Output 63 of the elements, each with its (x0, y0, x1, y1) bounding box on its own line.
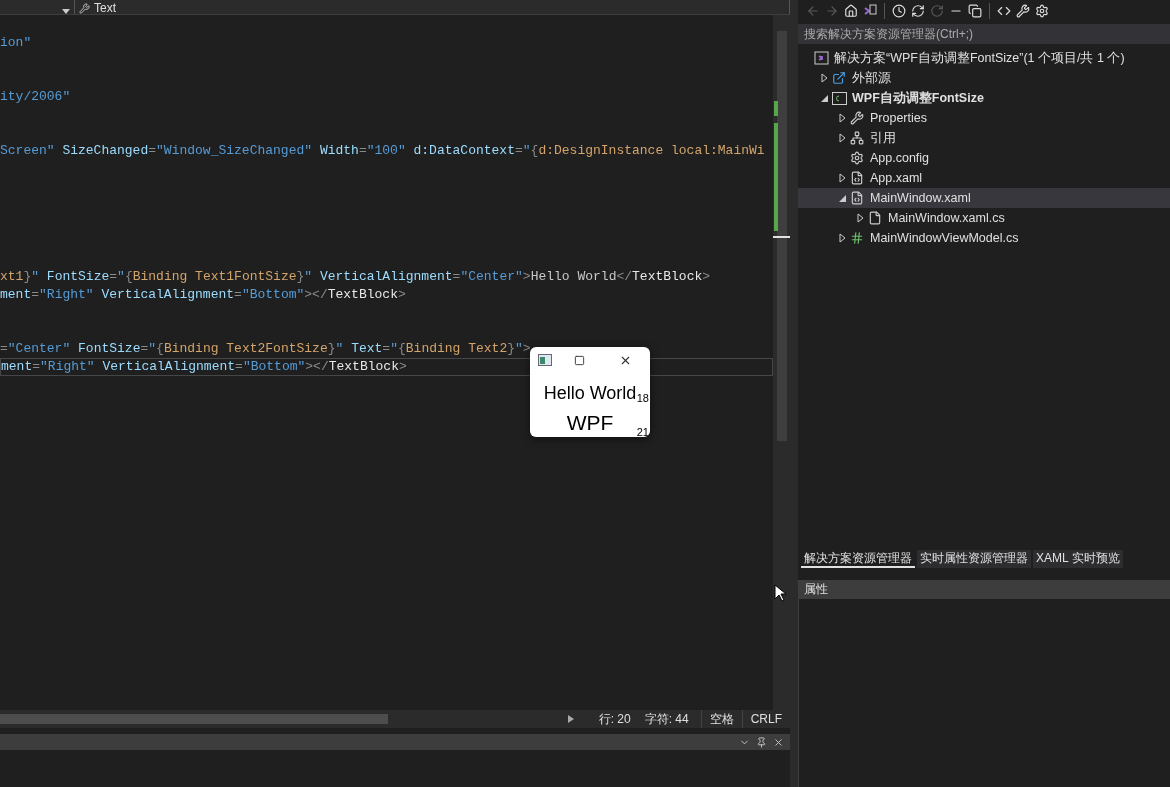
vertical-scrollbar[interactable] (773, 15, 790, 710)
tree-item[interactable]: MainWindowViewModel.cs (798, 228, 1170, 248)
csharp-file-icon (850, 231, 864, 245)
mouse-cursor-icon (774, 584, 786, 602)
collapsed-arrow-icon[interactable] (821, 73, 829, 83)
font-size-label: 21 (636, 426, 649, 438)
expanded-arrow-icon[interactable] (821, 93, 829, 103)
references-icon (850, 131, 864, 145)
tree-item[interactable]: 引用 (798, 128, 1170, 148)
tree-item[interactable]: MainWindow.xaml.cs (798, 208, 1170, 228)
line-number: 行: 20 (598, 710, 631, 728)
code-line: Screen" SizeChanged="Window_SizeChanged" Width="100" d:DataContext="{d:DesignInstance local:MainWi (0, 142, 766, 160)
dropdown-caret-icon[interactable] (62, 9, 70, 14)
refresh-icon[interactable] (911, 4, 925, 18)
tree-item[interactable]: Properties (798, 108, 1170, 128)
collapsed-arrow-icon[interactable] (839, 113, 847, 123)
home-icon[interactable] (844, 4, 858, 18)
font-size-label: 18 (636, 392, 649, 404)
tree-item[interactable]: MainWindow.xaml (798, 188, 1170, 208)
solution-icon (814, 51, 829, 65)
wrench-icon (850, 111, 864, 125)
preview-text: Hello World (543, 383, 637, 404)
wrench-icon (79, 3, 90, 14)
code-line: ="Center" FontSize="{Binding Text2FontSize}" Text="{Binding Text2}"> (0, 340, 532, 358)
project-icon (832, 91, 847, 105)
tree-item[interactable]: App.xaml (798, 168, 1170, 188)
collapsed-arrow-icon[interactable] (839, 133, 847, 143)
member-dropdown[interactable]: Text (94, 2, 116, 14)
search-field[interactable]: 搜索解决方案资源管理器(Ctrl+;) (798, 24, 1170, 44)
scroll-right-icon[interactable] (567, 715, 574, 723)
xaml-file-icon (850, 191, 864, 205)
panel-title: 属性 (798, 580, 1170, 599)
collapsed-arrow-icon[interactable] (839, 173, 847, 183)
clock-icon[interactable] (892, 4, 906, 18)
code-line: ion" (0, 34, 33, 52)
collapsed-arrow-icon[interactable] (857, 213, 865, 223)
wrench-icon[interactable] (1016, 4, 1030, 18)
panel-tab[interactable]: XAML 实时预览 (1033, 550, 1123, 568)
pin-icon (756, 736, 767, 748)
maximize-icon[interactable] (574, 354, 585, 366)
tree-item[interactable]: WPF自动调整FontSize (798, 88, 1170, 108)
expanded-arrow-icon[interactable] (839, 193, 847, 203)
config-file-icon (850, 151, 864, 165)
code-line: xt1}" FontSize="{Binding Text1FontSize}" VerticalAlignment="Center">Hello World</TextBlock> (0, 268, 712, 286)
app-icon (538, 354, 552, 366)
switch-view-icon[interactable] (863, 4, 877, 18)
preview-text: WPF (566, 411, 614, 435)
code-icon[interactable] (997, 4, 1011, 18)
file-icon (868, 211, 882, 225)
column-number: 字符: 44 (644, 710, 689, 728)
tree-item[interactable]: 解决方案“WPF自动调整FontSize”(1 个项目/共 1 个) (798, 48, 1170, 68)
code-line: ity/2006" (0, 88, 72, 106)
close-icon (773, 736, 784, 748)
copy-icon[interactable] (968, 4, 982, 18)
tree-item[interactable]: App.config (798, 148, 1170, 168)
external-link-icon (832, 71, 846, 85)
panel-tab[interactable]: 实时属性资源管理器 (917, 550, 1031, 568)
panel-tab[interactable]: 解决方案资源管理器 (801, 550, 915, 568)
xaml-file-icon (850, 171, 864, 185)
tree-item[interactable]: 外部源 (798, 68, 1170, 88)
collapsed-arrow-icon[interactable] (839, 233, 847, 243)
preview-icon[interactable] (1035, 4, 1049, 18)
code-line: ment="Right" VerticalAlignment="Bottom"></TextBlock> (0, 286, 407, 304)
